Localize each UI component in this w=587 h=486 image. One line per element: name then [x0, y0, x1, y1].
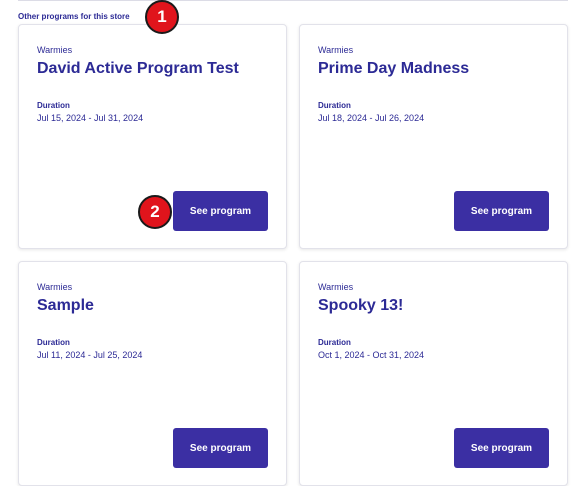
program-dates: Oct 1, 2024 - Oct 31, 2024: [318, 350, 425, 360]
annotation-marker: 2: [138, 195, 172, 229]
top-divider: [18, 0, 568, 1]
program-dates: Jul 11, 2024 - Jul 25, 2024: [37, 350, 143, 360]
program-grid: Warmies David Active Program Test Durati…: [18, 24, 568, 486]
program-dates: Jul 15, 2024 - Jul 31, 2024: [37, 113, 144, 123]
duration-label: Duration: [37, 338, 70, 347]
program-card: Warmies Sample Duration Jul 11, 2024 - J…: [18, 261, 287, 486]
duration-label: Duration: [318, 338, 351, 347]
see-program-button[interactable]: See program: [173, 191, 268, 231]
program-name: Sample: [37, 297, 94, 314]
see-program-button[interactable]: See program: [173, 428, 268, 468]
duration-label: Duration: [318, 101, 351, 110]
brand-name: Warmies: [318, 282, 354, 292]
see-program-button[interactable]: See program: [454, 428, 549, 468]
section-title: Other programs for this store: [18, 12, 130, 21]
program-name: David Active Program Test: [37, 60, 239, 77]
program-card: Warmies Prime Day Madness Duration Jul 1…: [299, 24, 568, 249]
program-name: Prime Day Madness: [318, 60, 470, 77]
brand-name: Warmies: [37, 282, 73, 292]
program-card: Warmies Spooky 13! Duration Oct 1, 2024 …: [299, 261, 568, 486]
program-name: Spooky 13!: [318, 297, 404, 314]
brand-name: Warmies: [37, 45, 73, 55]
see-program-button[interactable]: See program: [454, 191, 549, 231]
annotation-marker: 1: [145, 0, 179, 34]
brand-name: Warmies: [318, 45, 354, 55]
duration-label: Duration: [37, 101, 70, 110]
program-dates: Jul 18, 2024 - Jul 26, 2024: [318, 113, 425, 123]
